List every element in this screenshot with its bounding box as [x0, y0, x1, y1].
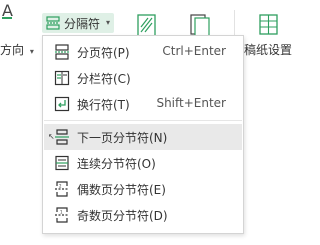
separator-label: 分隔符: [64, 17, 101, 31]
page-break-icon: [55, 44, 69, 60]
separator-dropdown-menu: 分页符(P) Ctrl+Enter 分栏符(C) 换行符(T) Shift+En…: [42, 35, 244, 234]
odd-page-section-icon: 1: [55, 207, 69, 223]
menu-item-continuous-section[interactable]: 连续分节符(O): [44, 150, 242, 176]
orientation-icon[interactable]: A: [2, 1, 20, 21]
menu-item-even-page-section[interactable]: 2 偶数页分节符(E): [44, 176, 242, 202]
menu-item-label: 偶数页分节符(E): [77, 183, 166, 197]
orientation-label: 方向: [0, 43, 25, 57]
screen: A 方向 ▾ 分隔符 ▾ 稿纸设置 分页符(P) Ctrl+Enter 分栏符(…: [0, 0, 295, 245]
menu-item-label: 分栏符(C): [77, 72, 131, 86]
grid-paper-icon[interactable]: [259, 14, 279, 36]
menu-item-label: 连续分节符(O): [77, 157, 156, 171]
grid-paper-label: 稿纸设置: [244, 43, 293, 57]
menu-item-label: 奇数页分节符(D): [77, 209, 168, 223]
continuous-section-icon: [55, 155, 69, 171]
menu-item-odd-page-section[interactable]: 1 奇数页分节符(D): [44, 202, 242, 228]
menu-item-label: 下一页分节符(N): [77, 131, 168, 145]
separator-button[interactable]: 分隔符 ▾: [42, 13, 114, 33]
grid-paper-button[interactable]: 稿纸设置: [244, 41, 292, 58]
menu-item-label: 分页符(P): [77, 46, 130, 60]
next-page-section-icon: [55, 129, 69, 145]
menu-item-next-page-section[interactable]: ↖ 下一页分节符(N): [44, 124, 242, 150]
menu-item-column-break[interactable]: 分栏符(C): [44, 65, 242, 91]
menu-item-page-break[interactable]: 分页符(P) Ctrl+Enter: [44, 39, 242, 65]
chevron-down-icon: ▾: [29, 47, 34, 56]
line-break-icon: [54, 96, 70, 112]
menu-item-shortcut: Shift+Enter: [156, 96, 226, 110]
svg-text:1: 1: [60, 210, 63, 215]
column-break-icon: [54, 70, 70, 86]
svg-text:2: 2: [59, 184, 62, 189]
chevron-down-icon: ▾: [106, 18, 111, 27]
orientation-button[interactable]: 方向 ▾: [0, 41, 34, 58]
separator-icon: [46, 16, 60, 30]
menu-item-label: 换行符(T): [77, 98, 130, 112]
menu-item-shortcut: Ctrl+Enter: [162, 44, 226, 58]
menu-divider: [44, 120, 242, 121]
even-page-section-icon: 2: [55, 181, 69, 197]
menu-item-line-break[interactable]: 换行符(T) Shift+Enter: [44, 91, 242, 117]
